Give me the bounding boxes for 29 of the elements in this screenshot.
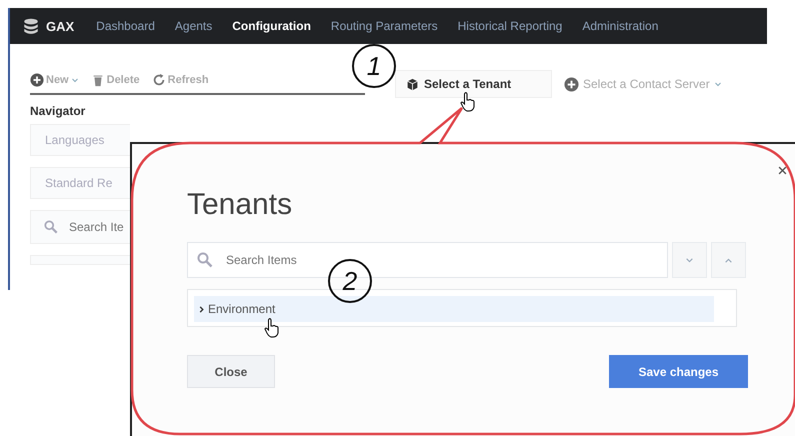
app-logo: GAX — [46, 18, 74, 34]
chevron-down-icon — [685, 256, 694, 264]
dialog-title: Tenants — [187, 188, 294, 222]
hand-cursor-icon — [460, 92, 476, 112]
tree-item[interactable]: Environment — [194, 296, 714, 322]
nav-link[interactable]: Dashboard — [96, 19, 155, 33]
refresh-icon — [152, 73, 166, 87]
nav-link[interactable]: Agents — [174, 19, 212, 33]
plus-circle-icon — [564, 76, 579, 92]
nav-link[interactable]: Historical Reporting — [458, 19, 562, 33]
cube-icon — [406, 78, 419, 90]
trash-icon — [90, 73, 105, 87]
caret-icon — [714, 80, 722, 88]
nav-link[interactable]: Administration — [582, 19, 658, 33]
close-button[interactable]: Close — [187, 355, 275, 388]
step-number: 2 — [328, 259, 372, 303]
select-tenant-button[interactable]: Select a Tenant — [395, 70, 552, 98]
caret-icon — [70, 76, 79, 84]
expand-all-button[interactable] — [672, 242, 707, 278]
plus-circle-icon — [30, 73, 44, 87]
nav-link[interactable]: Routing Parameters — [330, 19, 438, 33]
step-number: 1 — [352, 44, 396, 88]
search-field[interactable]: Search Ite — [30, 210, 130, 244]
section-title: Navigator — [30, 104, 86, 118]
database-icon — [22, 17, 40, 35]
chevron-right-icon — [198, 306, 205, 312]
nav-link[interactable]: Configuration — [232, 19, 311, 33]
save-button[interactable]: Save changes — [609, 355, 748, 388]
collapse-all-button[interactable] — [711, 242, 746, 278]
